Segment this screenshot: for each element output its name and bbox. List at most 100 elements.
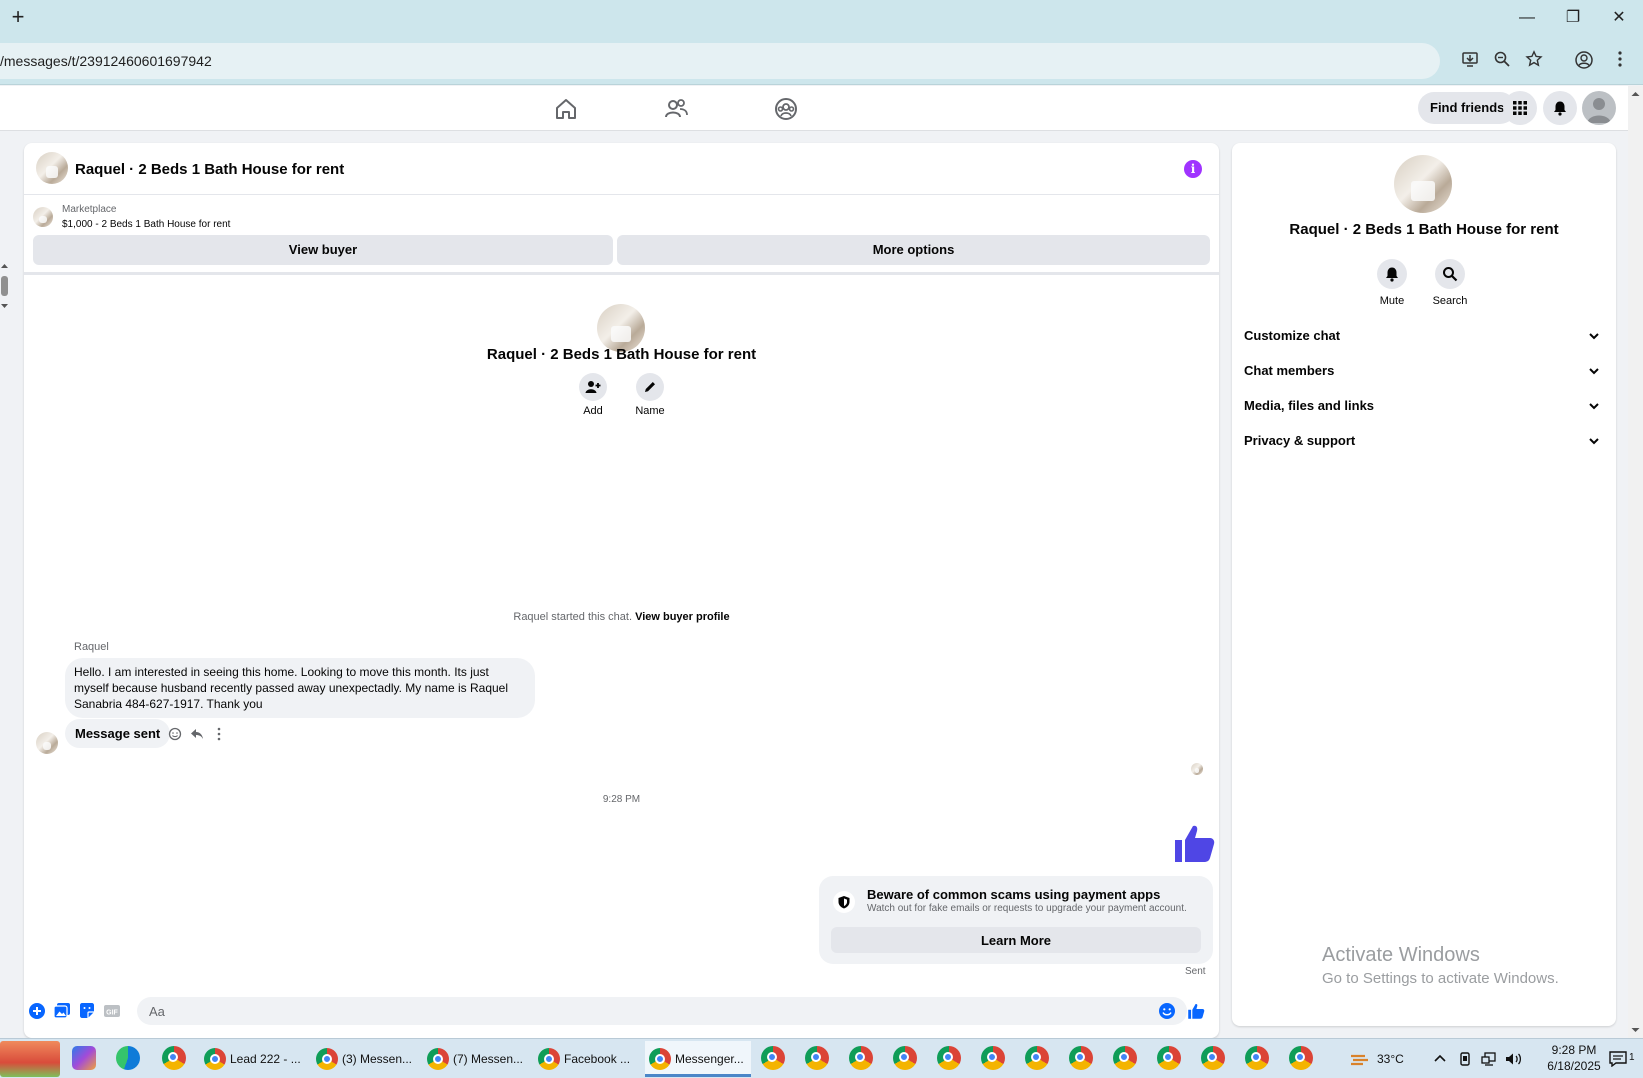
- send-like-icon[interactable]: [1187, 1002, 1205, 1020]
- scam-warning-title: Beware of common scams using payment app…: [867, 887, 1161, 902]
- taskbar-item-messenger-active[interactable]: Messenger...: [645, 1041, 751, 1077]
- more-options-button[interactable]: More options: [617, 235, 1210, 265]
- bell-icon: [1377, 259, 1407, 289]
- chrome-profile-icon[interactable]: [1157, 1046, 1181, 1070]
- chrome-icon[interactable]: [162, 1046, 186, 1070]
- copilot-icon[interactable]: [72, 1046, 96, 1070]
- taskbar-item-label: (7) Messen...: [453, 1052, 524, 1066]
- install-app-icon[interactable]: [1458, 50, 1482, 74]
- gif-icon[interactable]: GIF: [103, 1002, 121, 1020]
- info-icon[interactable]: i: [1184, 160, 1202, 178]
- zoom-icon[interactable]: [1490, 50, 1514, 74]
- media-files-links-section[interactable]: Media, files and links: [1244, 389, 1604, 423]
- taskbar-item-facebook[interactable]: Facebook ...: [534, 1041, 638, 1077]
- react-emoji-icon[interactable]: [166, 727, 184, 745]
- section-label: Media, files and links: [1244, 398, 1375, 413]
- chrome-profile-icon[interactable]: [1201, 1046, 1225, 1070]
- mute-action[interactable]: Mute: [1362, 259, 1422, 307]
- windows-taskbar: Lead 222 - ... (3) Messen... (7) Messen.…: [0, 1038, 1643, 1078]
- chrome-profile-icon[interactable]: [937, 1046, 961, 1070]
- restore-button[interactable]: ❐: [1553, 6, 1593, 30]
- bookmark-star-icon[interactable]: [1522, 50, 1546, 74]
- message-sent-bubble[interactable]: Message sent: [65, 719, 171, 748]
- chat-started-line: Raquel started this chat. View buyer pro…: [24, 611, 1219, 623]
- chrome-profile-icon[interactable]: [981, 1046, 1005, 1070]
- incoming-message-bubble[interactable]: Hello. I am interested in seeing this ho…: [65, 658, 535, 718]
- weather-temperature[interactable]: 33°C: [1377, 1041, 1404, 1077]
- started-text: Raquel started this chat.: [513, 611, 632, 623]
- groups-icon[interactable]: [771, 94, 801, 124]
- learn-more-button[interactable]: Learn More: [831, 927, 1201, 953]
- customize-chat-section[interactable]: Customize chat: [1244, 319, 1604, 353]
- chrome-profile-icon[interactable]: [761, 1046, 785, 1070]
- system-clock[interactable]: 9:28 PM 6/18/2025: [1541, 1042, 1607, 1074]
- chrome-icon: [538, 1048, 560, 1070]
- add-person-button[interactable]: [579, 373, 607, 401]
- marketplace-listing-row[interactable]: Marketplace $1,000 - 2 Beds 1 Bath House…: [24, 196, 1219, 234]
- new-tab-button[interactable]: +: [6, 6, 30, 30]
- taskbar-item-label: (3) Messen...: [342, 1052, 413, 1066]
- scam-warning-card: Beware of common scams using payment app…: [819, 876, 1213, 964]
- account-avatar[interactable]: [1582, 91, 1616, 125]
- add-label: Add: [583, 405, 603, 417]
- taskbar-item-messenger-3[interactable]: (3) Messen...: [312, 1041, 416, 1077]
- section-label: Privacy & support: [1244, 433, 1356, 448]
- chevron-up-icon[interactable]: [1433, 1041, 1447, 1077]
- rename-button[interactable]: [636, 373, 664, 401]
- more-actions-icon[interactable]: [210, 727, 228, 745]
- edge-icon[interactable]: [116, 1046, 140, 1070]
- message-input[interactable]: [137, 997, 1187, 1025]
- privacy-support-section[interactable]: Privacy & support: [1244, 424, 1604, 458]
- chat-members-section[interactable]: Chat members: [1244, 354, 1604, 388]
- plus-circle-icon[interactable]: [28, 1002, 46, 1020]
- chrome-profile-icon[interactable]: [1025, 1046, 1049, 1070]
- search-action[interactable]: Search: [1420, 259, 1480, 307]
- minimize-button[interactable]: —: [1507, 6, 1547, 30]
- chrome-icon: [427, 1048, 449, 1070]
- notification-center-icon[interactable]: 1: [1609, 1041, 1637, 1077]
- search-label: Search: [1432, 295, 1468, 307]
- volume-icon[interactable]: [1505, 1041, 1523, 1077]
- find-friends-button[interactable]: Find friends: [1418, 92, 1517, 124]
- taskbar-item-messenger-7[interactable]: (7) Messen...: [423, 1041, 527, 1077]
- sender-avatar[interactable]: [36, 732, 58, 754]
- taskbar-item-lead[interactable]: Lead 222 - ...: [200, 1041, 304, 1077]
- close-window-button[interactable]: ✕: [1599, 6, 1639, 30]
- emoji-icon[interactable]: [1158, 1002, 1176, 1020]
- chrome-profile-icon[interactable]: [893, 1046, 917, 1070]
- chrome-profile-icon[interactable]: [1113, 1046, 1137, 1070]
- start-button[interactable]: [0, 1041, 60, 1077]
- view-buyer-button[interactable]: View buyer: [33, 235, 613, 265]
- reply-icon[interactable]: [188, 727, 206, 745]
- message-timestamp: 9:28 PM: [602, 794, 641, 805]
- notifications-bell-icon[interactable]: [1543, 91, 1577, 125]
- chat-avatar[interactable]: [36, 152, 68, 184]
- chrome-profile-icon[interactable]: [1245, 1046, 1269, 1070]
- left-panel-scrollbar[interactable]: [0, 262, 9, 310]
- chrome-profile-icon[interactable]: [1289, 1046, 1313, 1070]
- tray-device-icon[interactable]: [1458, 1041, 1472, 1077]
- sticker-icon[interactable]: [78, 1002, 96, 1020]
- page-scrollbar[interactable]: [1628, 86, 1643, 1038]
- add-person-icon: [585, 381, 601, 393]
- chat-title[interactable]: Raquel · 2 Beds 1 Bath House for rent: [75, 161, 344, 178]
- chrome-profile-icon[interactable]: [849, 1046, 873, 1070]
- chrome-profile-icon[interactable]: [805, 1046, 829, 1070]
- message-composer: GIF: [24, 985, 1219, 1035]
- like-thumb-icon[interactable]: [1172, 821, 1216, 865]
- photo-icon[interactable]: [53, 1002, 71, 1020]
- weather-icon[interactable]: [1348, 1041, 1372, 1077]
- home-icon[interactable]: [551, 94, 581, 124]
- kebab-menu-icon[interactable]: [1608, 50, 1632, 74]
- network-icon[interactable]: [1481, 1041, 1497, 1077]
- friends-icon[interactable]: [661, 94, 691, 124]
- scam-warning-subtitle: Watch out for fake emails or requests to…: [867, 903, 1187, 914]
- sender-name: Raquel: [74, 641, 109, 653]
- menu-grid-icon[interactable]: [1503, 91, 1537, 125]
- view-buyer-profile-link[interactable]: View buyer profile: [635, 611, 730, 623]
- chrome-profile-icon[interactable]: [1069, 1046, 1093, 1070]
- profile-icon[interactable]: [1572, 50, 1596, 74]
- shield-icon: [833, 891, 855, 913]
- search-icon: [1435, 259, 1465, 289]
- omnibox[interactable]: /messages/t/23912460601697942: [0, 43, 1440, 79]
